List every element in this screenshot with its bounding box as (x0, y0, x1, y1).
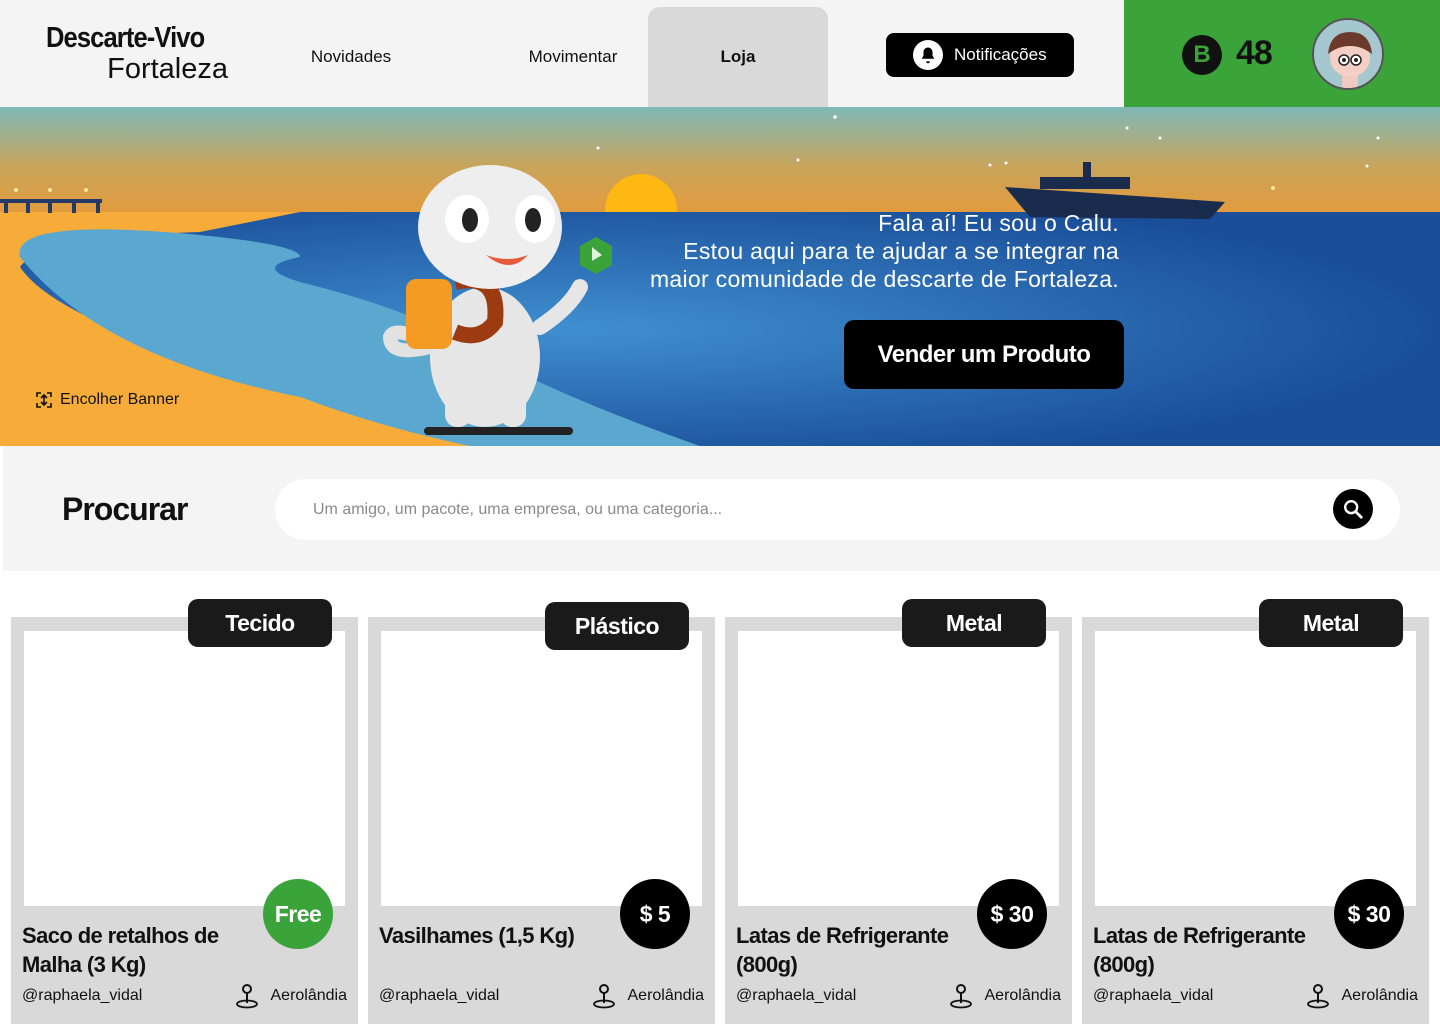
product-location: Aerolândia (949, 983, 1062, 1009)
product-location: Aerolândia (235, 983, 348, 1009)
product-title: Vasilhames (1,5 Kg) (379, 923, 575, 948)
product-image (24, 631, 345, 906)
product-title: Saco de retalhos de Malha (3 Kg) (22, 923, 219, 977)
user-avatar[interactable] (1312, 18, 1384, 90)
category-tag[interactable]: Plástico (545, 602, 689, 650)
product-image (381, 631, 702, 906)
coin-icon: B (1182, 35, 1222, 75)
location-pin-icon (949, 983, 973, 1009)
seller-username[interactable]: @raphaela_vidal (379, 987, 499, 1005)
location-pin-icon (1306, 983, 1330, 1009)
search-input[interactable] (313, 479, 1313, 540)
price-badge: $ 5 (620, 879, 690, 949)
mascot-message: Fala aí! Eu sou o Calu. Estou aqui para … (650, 209, 1119, 293)
mascot-message-line3: maior comunidade de descarte de Fortalez… (649, 266, 1119, 292)
collapse-icon (34, 390, 54, 410)
location-pin-icon (235, 983, 259, 1009)
search-button[interactable] (1333, 489, 1373, 529)
search-title: Procurar (62, 491, 188, 527)
nav-tab-movimentar[interactable]: Movimentar (493, 7, 653, 107)
price-badge: $ 30 (1334, 879, 1404, 949)
top-header: Descarte-Vivo Fortaleza Novidades Movime… (0, 0, 1440, 107)
notifications-label: Notificações (954, 45, 1047, 64)
product-card[interactable]: Plástico $ 5 Vasilhames (1,5 Kg) @raphae… (368, 602, 715, 1024)
price-badge: $ 30 (977, 879, 1047, 949)
hero-banner: Fala aí! Eu sou o Calu. Estou aqui para … (0, 107, 1440, 446)
product-image (738, 631, 1059, 906)
seller-username[interactable]: @raphaela_vidal (22, 987, 142, 1005)
product-location: Aerolândia (592, 983, 705, 1009)
mascot-message-line1: Fala aí! Eu sou o Calu. (878, 210, 1119, 236)
search-section: Procurar (3, 446, 1440, 571)
app-logo[interactable]: Descarte-Vivo Fortaleza (46, 24, 236, 84)
seller-username[interactable]: @raphaela_vidal (736, 987, 856, 1005)
category-tag[interactable]: Metal (1259, 599, 1403, 647)
collapse-banner-button[interactable]: Encolher Banner (34, 390, 179, 410)
wallet-panel: B 48 (1124, 0, 1440, 107)
location-name: Aerolândia (1341, 987, 1419, 1004)
nav-tab-novidades[interactable]: Novidades (270, 7, 432, 107)
category-tag[interactable]: Metal (902, 599, 1046, 647)
location-name: Aerolândia (627, 987, 705, 1004)
product-title: Latas de Refrigerante (800g) (736, 923, 949, 977)
coin-balance: 48 (1236, 34, 1273, 72)
product-card[interactable]: Metal $ 30 Latas de Refrigerante (800g) … (725, 599, 1072, 1024)
category-tag[interactable]: Tecido (188, 599, 332, 647)
collapse-banner-label: Encolher Banner (60, 391, 180, 408)
search-bar (275, 479, 1400, 540)
bell-icon (913, 40, 943, 70)
product-image (1095, 631, 1416, 906)
nav-tab-loja[interactable]: Loja (648, 7, 828, 107)
location-pin-icon (592, 983, 616, 1009)
logo-title: Descarte-Vivo (46, 22, 205, 54)
sell-product-button[interactable]: Vender um Produto (844, 320, 1124, 389)
product-title: Latas de Refrigerante (800g) (1093, 923, 1306, 977)
mascot-message-line2: Estou aqui para te ajudar a se integrar … (683, 238, 1119, 264)
location-name: Aerolândia (270, 987, 348, 1004)
search-icon (1344, 500, 1363, 519)
logo-subtitle: Fortaleza (107, 53, 228, 85)
seller-username[interactable]: @raphaela_vidal (1093, 987, 1213, 1005)
price-badge: Free (263, 879, 333, 949)
notifications-button[interactable]: Notificações (886, 33, 1074, 77)
product-card[interactable]: Metal $ 30 Latas de Refrigerante (800g) … (1082, 599, 1429, 1024)
location-name: Aerolândia (984, 987, 1062, 1004)
product-card[interactable]: Tecido Free Saco de retalhos de Malha (3… (11, 599, 358, 1024)
product-location: Aerolândia (1306, 983, 1419, 1009)
